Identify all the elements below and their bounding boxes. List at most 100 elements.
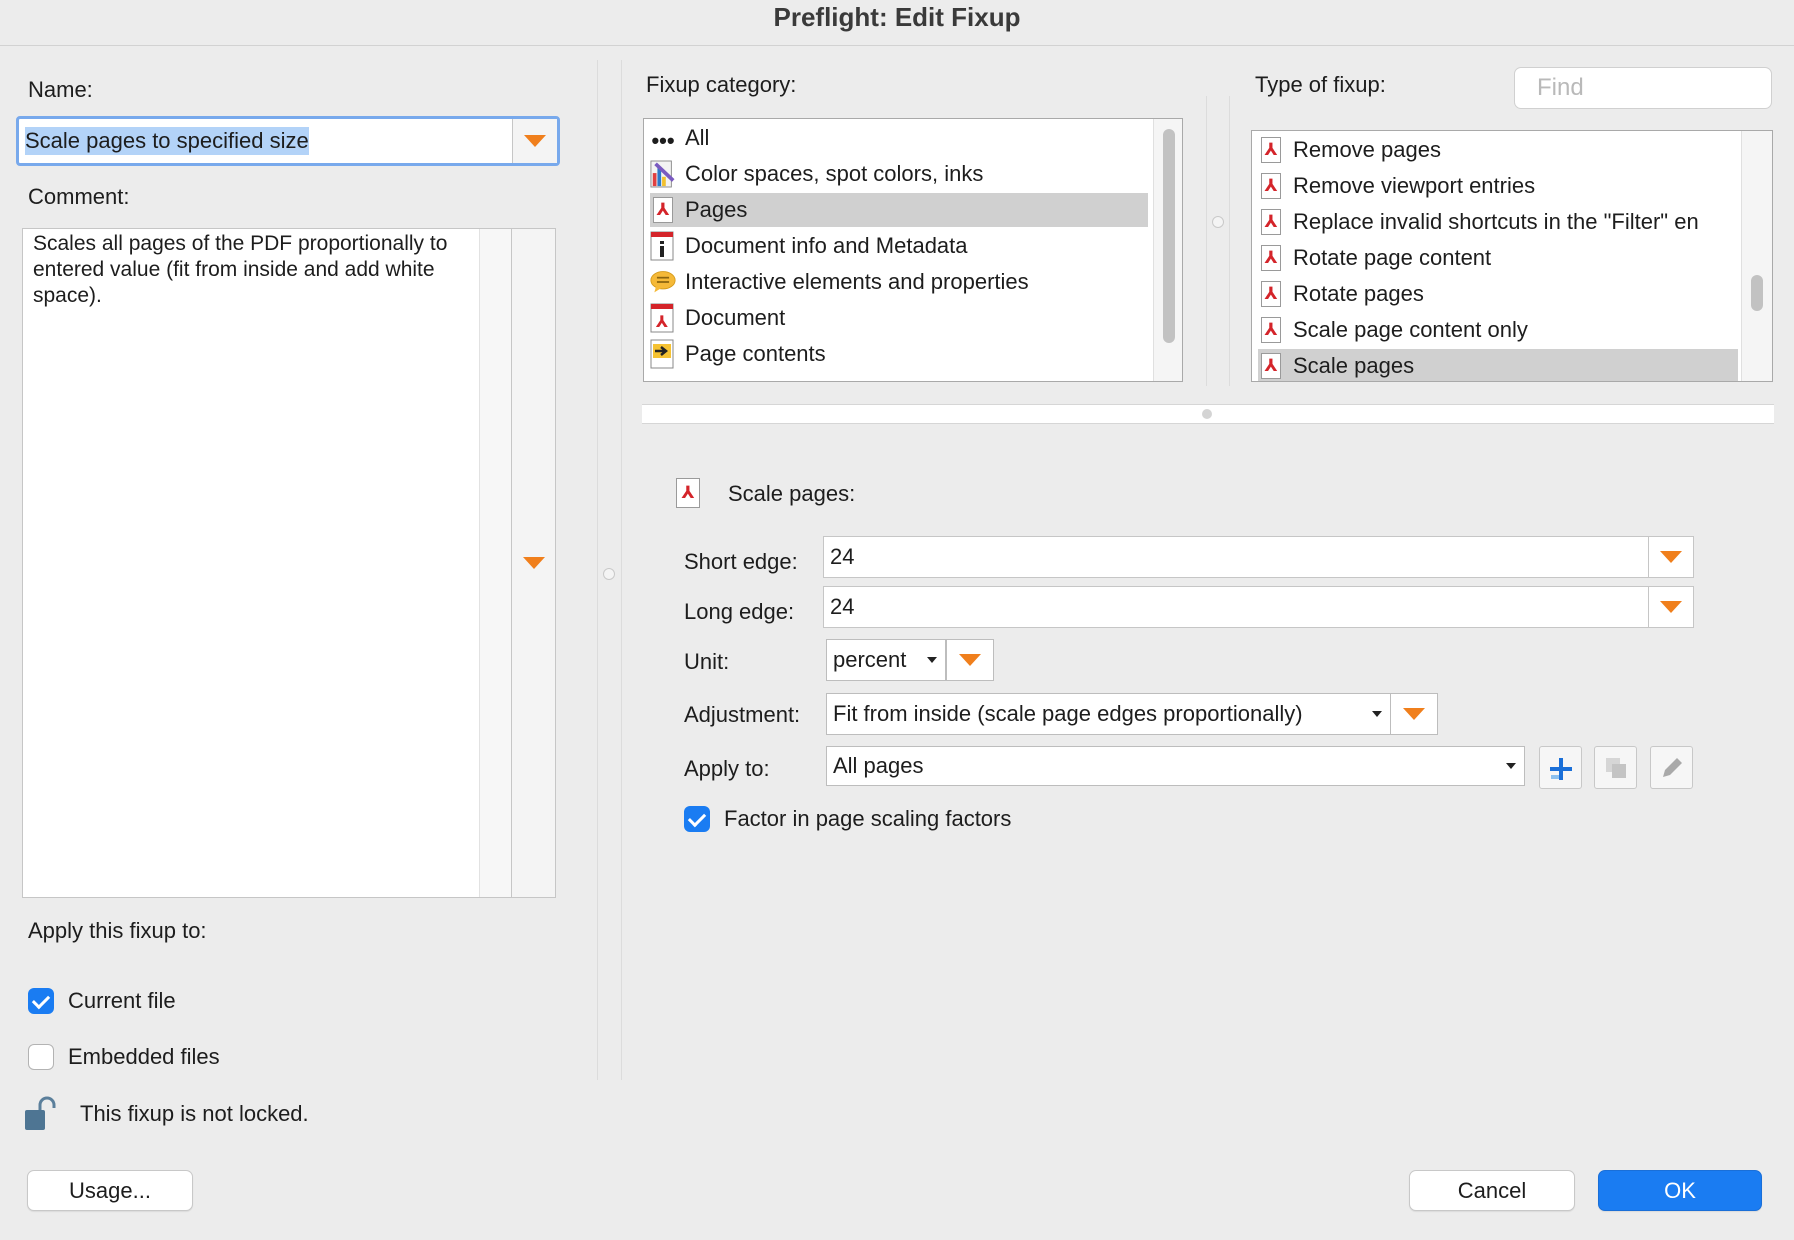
type-item[interactable]: ⅄ Replace invalid shortcuts in the "Filte…	[1258, 205, 1738, 239]
unit-label: Unit:	[684, 649, 730, 674]
embedded-files-option[interactable]: Embedded files	[28, 1044, 220, 1070]
cancel-button[interactable]: Cancel	[1409, 1170, 1575, 1211]
orange-dropdown-icon	[959, 654, 981, 666]
horizontal-splitter-handle[interactable]	[1202, 409, 1212, 419]
arrow-icon	[650, 339, 676, 369]
type-search-placeholder: Find	[1537, 74, 1584, 101]
category-item-page-contents[interactable]: Page contents	[650, 337, 1148, 371]
category-item-document-info[interactable]: Document info and Metadata	[650, 229, 1148, 263]
document-pdf-icon: ⅄	[650, 303, 676, 333]
orange-dropdown-icon	[1403, 708, 1425, 720]
pdf-icon: ⅄	[1258, 244, 1284, 272]
short-edge-input[interactable]: 24	[823, 536, 1649, 578]
category-item-pages[interactable]: ⅄ Pages	[650, 193, 1148, 227]
orange-dropdown-icon	[522, 557, 545, 569]
type-item[interactable]: ⅄ Remove pages	[1258, 133, 1738, 167]
comment-variable-button[interactable]	[511, 229, 555, 897]
long-edge-label: Long edge:	[684, 599, 795, 624]
long-edge-input[interactable]: 24	[823, 586, 1649, 628]
category-scroll-thumb[interactable]	[1163, 129, 1175, 343]
info-icon	[650, 231, 676, 261]
comment-scrollbar[interactable]	[479, 229, 512, 897]
comment-icon	[650, 268, 676, 296]
current-file-checkbox[interactable]	[28, 988, 54, 1014]
caret-down-icon	[927, 657, 937, 663]
adjustment-label: Adjustment:	[684, 702, 801, 727]
current-file-option[interactable]: Current file	[28, 988, 176, 1014]
type-item[interactable]: ⅄ Remove viewport entries	[1258, 169, 1738, 203]
category-item-all[interactable]: ••• All	[650, 121, 1148, 155]
factor-checkbox[interactable]	[684, 806, 710, 832]
add-icon	[1549, 757, 1572, 780]
category-item-interactive[interactable]: Interactive elements and properties	[650, 265, 1148, 299]
category-item-color-spaces[interactable]: Color spaces, spot colors, inks	[650, 157, 1148, 191]
pencil-icon	[1662, 757, 1682, 777]
long-edge-variable-button[interactable]	[1648, 586, 1694, 628]
name-input[interactable]: Scale pages to specified size	[19, 119, 513, 163]
add-page-range-button[interactable]	[1539, 746, 1582, 789]
svg-text:⅄: ⅄	[655, 312, 668, 331]
pdf-icon: ⅄	[650, 196, 676, 224]
scale-pages-pdf-icon: ⅄	[676, 478, 700, 508]
short-edge-label: Short edge:	[684, 549, 798, 574]
edit-page-range-button	[1650, 746, 1693, 789]
pdf-icon: ⅄	[1258, 316, 1284, 344]
type-label: Type of fixup:	[1255, 72, 1386, 97]
color-spaces-icon	[650, 160, 676, 188]
pdf-icon: ⅄	[1258, 352, 1284, 380]
duplicate-icon	[1605, 757, 1626, 778]
category-scrollbar[interactable]	[1153, 119, 1182, 381]
orange-dropdown-icon	[1660, 551, 1682, 563]
type-search-input[interactable]: Find	[1514, 67, 1772, 109]
factor-label: Factor in page scaling factors	[724, 806, 1012, 831]
comment-label: Comment:	[28, 184, 130, 209]
duplicate-page-range-button	[1594, 746, 1637, 789]
pdf-icon: ⅄	[1258, 136, 1284, 164]
embedded-files-label: Embedded files	[68, 1044, 220, 1069]
horizontal-splitter[interactable]	[642, 404, 1774, 424]
name-variable-button[interactable]	[513, 119, 557, 163]
type-item[interactable]: ⅄ Scale page content only	[1258, 313, 1738, 347]
type-scroll-thumb[interactable]	[1751, 275, 1763, 311]
name-combo: Scale pages to specified size	[16, 116, 560, 166]
adjustment-variable-button[interactable]	[1390, 693, 1438, 735]
type-scrollbar[interactable]	[1741, 131, 1772, 381]
type-item[interactable]: ⅄ Rotate page content	[1258, 241, 1738, 275]
comment-textarea[interactable]: Scales all pages of the PDF proportional…	[33, 231, 473, 309]
current-file-label: Current file	[68, 988, 176, 1013]
orange-dropdown-icon	[524, 135, 546, 147]
caret-down-icon	[1372, 711, 1382, 717]
lock-status-text: This fixup is not locked.	[80, 1101, 309, 1126]
unit-select[interactable]: percent	[826, 639, 946, 681]
splitter-handle[interactable]	[603, 568, 615, 580]
apply-to-select[interactable]: All pages	[826, 746, 1525, 786]
type-list[interactable]: ⅄ Remove pages ⅄ Remove viewport entries ⅄…	[1251, 130, 1773, 382]
lock-status: This fixup is not locked.	[24, 1096, 309, 1132]
apply-to-label: Apply to:	[684, 756, 770, 781]
factor-option[interactable]: Factor in page scaling factors	[684, 806, 1011, 832]
category-item-document[interactable]: ⅄ Document	[650, 301, 1148, 335]
pdf-icon: ⅄	[1258, 208, 1284, 236]
list-splitter[interactable]	[1206, 96, 1230, 386]
unit-variable-button[interactable]	[946, 639, 994, 681]
short-edge-variable-button[interactable]	[1648, 536, 1694, 578]
pdf-icon: ⅄	[1258, 280, 1284, 308]
type-item-selected[interactable]: ⅄ Scale pages	[1258, 349, 1738, 381]
name-label: Name:	[28, 77, 93, 102]
caret-down-icon	[1506, 763, 1516, 769]
adjustment-select[interactable]: Fit from inside (scale page edges propor…	[826, 693, 1391, 735]
vertical-splitter[interactable]	[597, 60, 622, 1080]
ellipsis-icon: •••	[651, 128, 675, 153]
window-title: Preflight: Edit Fixup	[0, 0, 1794, 46]
category-label: Fixup category:	[646, 72, 797, 97]
category-list[interactable]: ••• All Color spaces, spot colors, inks …	[643, 118, 1183, 382]
embedded-files-checkbox[interactable]	[28, 1044, 54, 1070]
type-item[interactable]: ⅄ Rotate pages	[1258, 277, 1738, 311]
comment-area: Scales all pages of the PDF proportional…	[22, 228, 556, 898]
ok-button[interactable]: OK	[1598, 1170, 1762, 1211]
usage-button[interactable]: Usage...	[27, 1170, 193, 1211]
params-heading: Scale pages:	[728, 481, 856, 506]
apply-fixup-label: Apply this fixup to:	[28, 918, 207, 943]
unlock-icon[interactable]	[24, 1096, 58, 1132]
list-splitter-handle[interactable]	[1212, 216, 1224, 228]
